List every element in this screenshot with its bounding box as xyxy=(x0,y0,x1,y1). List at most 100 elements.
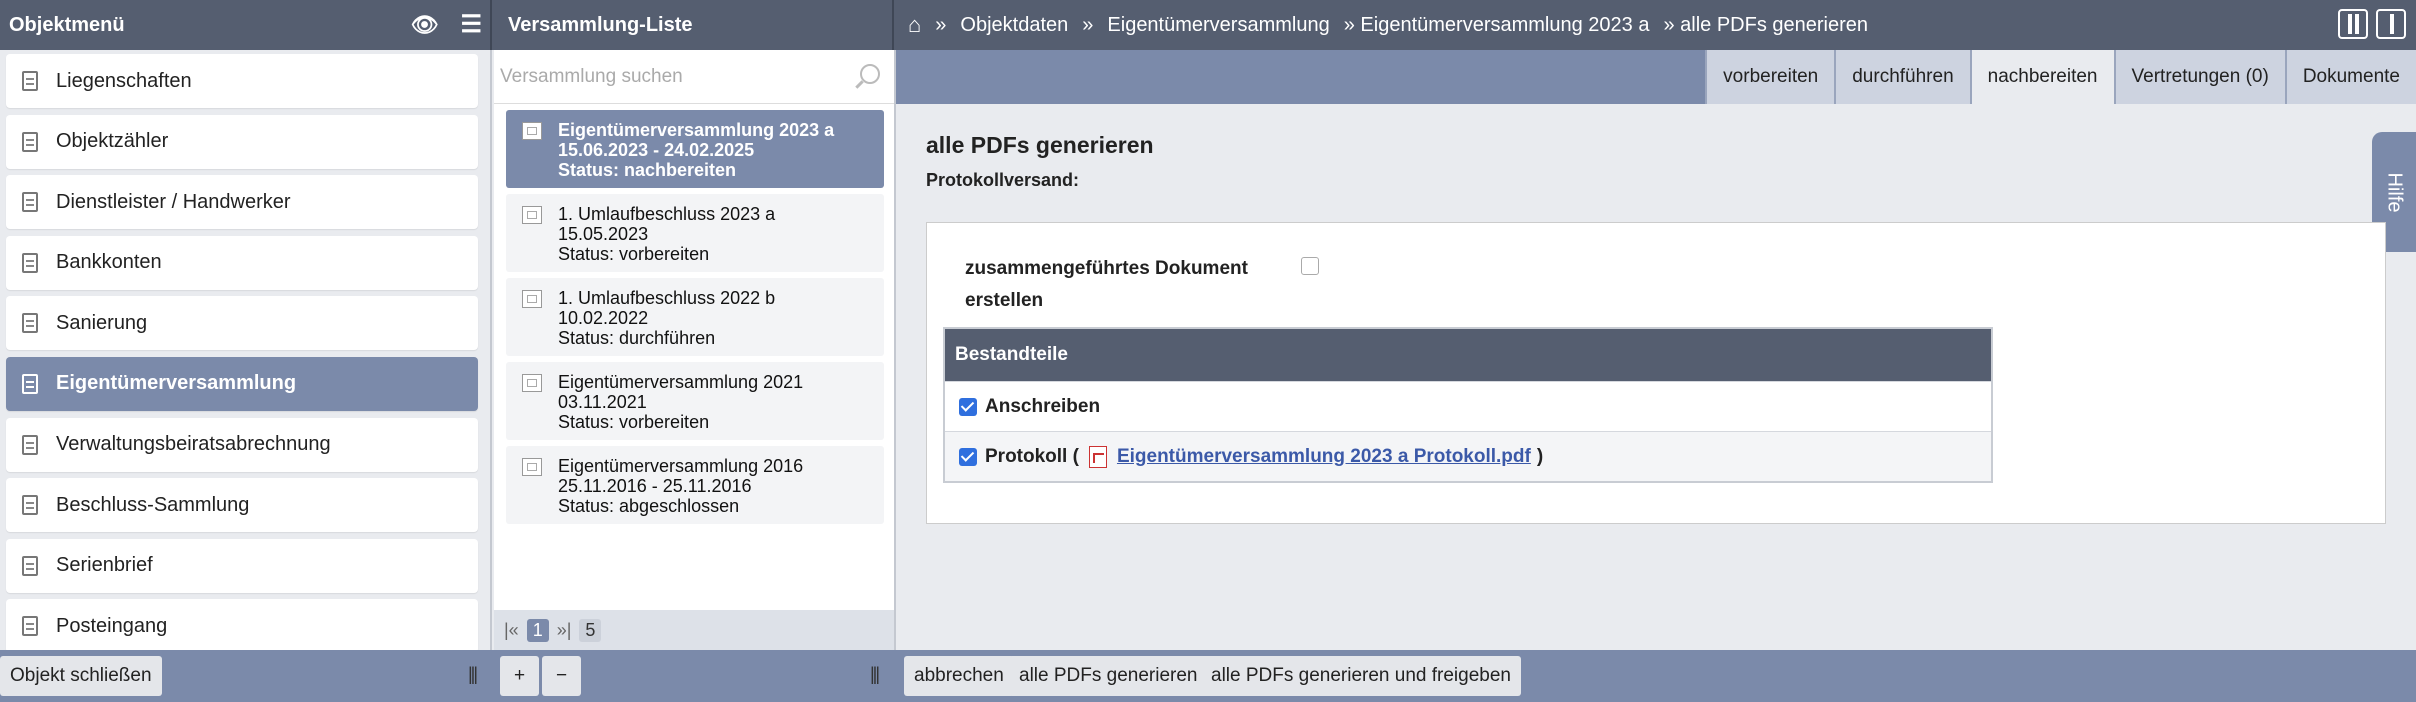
help-label: Hilfe xyxy=(2383,171,2406,213)
document-icon xyxy=(22,313,38,334)
sidebar-item-verwaltungsbeirat[interactable]: Verwaltungsbeiratsabrechnung xyxy=(6,417,478,472)
document-icon xyxy=(22,616,38,637)
pager-total: 5 xyxy=(579,618,602,642)
tab-nachbereiten[interactable]: nachbereiten xyxy=(1969,50,2114,104)
visibility-toggle-icon[interactable]: 👁 xyxy=(411,12,439,38)
object-menu-header: Objektmenü 👁 ☰ xyxy=(0,0,492,50)
document-icon xyxy=(22,434,38,455)
tab-vorbereiten[interactable]: vorbereiten xyxy=(1705,50,1835,104)
merged-document-label: zusammengeführtes Dokument erstellen xyxy=(965,258,1248,311)
meeting-icon xyxy=(522,374,542,392)
pager-current-page[interactable]: 1 xyxy=(526,618,549,642)
document-icon xyxy=(22,192,38,213)
protokoll-checkbox[interactable] xyxy=(959,447,977,466)
anschreiben-label: Anschreiben xyxy=(985,395,1101,417)
sidebar-item-label: Bankkonten xyxy=(56,251,162,274)
search-icon[interactable] xyxy=(860,64,880,84)
meeting-icon xyxy=(522,122,542,140)
list-item-date: 15.05.2023 xyxy=(558,224,649,244)
list-item-date: 25.11.2016 - 25.11.2016 xyxy=(558,476,752,496)
merged-document-checkbox[interactable] xyxy=(1301,257,1319,275)
sidebar-item-label: Liegenschaften xyxy=(56,69,192,92)
add-button[interactable]: + xyxy=(500,656,540,696)
list-item[interactable]: Eigentümerversammlung 2023 a 15.06.2023 … xyxy=(506,110,884,188)
layout-split-icon[interactable] xyxy=(2376,9,2406,39)
sidebar-item-objektzaehler[interactable]: Objektzähler xyxy=(6,114,478,169)
table-row: Anschreiben xyxy=(945,381,1991,431)
cancel-button[interactable]: abbrechen xyxy=(904,656,1014,696)
sidebar-item-beschluss-sammlung[interactable]: Beschluss-Sammlung xyxy=(6,478,478,533)
list-item-date: 15.06.2023 - 24.02.2025 xyxy=(558,140,755,160)
resize-grip-icon[interactable]: ||| xyxy=(870,664,880,685)
search-input[interactable]: Versammlung suchen xyxy=(500,66,683,88)
sidebar-item-label: Serienbrief xyxy=(56,554,153,577)
home-icon[interactable]: ⌂ xyxy=(908,12,921,38)
tab-vertretungen[interactable]: Vertretungen (0) xyxy=(2113,50,2285,104)
pager-first[interactable]: |« xyxy=(504,620,519,641)
breadcrumb-sep: » xyxy=(1082,13,1094,36)
object-menu: Liegenschaften Objektzähler Dienstleiste… xyxy=(0,50,492,654)
list-item-date: 03.11.2021 xyxy=(558,392,647,412)
breadcrumb-eigentuemerversammlung[interactable]: Eigentümerversammlung xyxy=(1107,14,1329,37)
pager-next[interactable]: »| xyxy=(557,620,572,641)
menu-list-icon[interactable]: ☰ xyxy=(460,10,482,39)
anschreiben-checkbox[interactable] xyxy=(959,397,977,416)
list-item-title: Eigentümerversammlung 2016 xyxy=(558,456,804,476)
close-object-button[interactable]: Objekt schließen xyxy=(0,656,162,696)
section-title: Protokollversand: xyxy=(926,170,1080,190)
document-icon xyxy=(22,555,38,576)
breadcrumb-objektdaten[interactable]: Objektdaten xyxy=(960,14,1068,37)
main-content: alle PDFs generieren Protokollversand: H… xyxy=(896,104,2416,650)
list-item-status: Status: vorbereiten xyxy=(558,244,710,264)
breadcrumb-meeting[interactable]: » Eigentümerversammlung 2023 a xyxy=(1344,14,1650,37)
document-icon xyxy=(22,131,38,152)
document-icon xyxy=(22,252,38,273)
generate-and-release-button[interactable]: alle PDFs generieren und freigeben xyxy=(1201,656,1521,696)
sidebar-item-label: Sanierung xyxy=(56,311,148,334)
resize-grip-icon[interactable]: ||| xyxy=(468,664,478,685)
sidebar-item-eigentuemerversammlung[interactable]: Eigentümerversammlung xyxy=(6,356,478,411)
pager: |« 1 »| 5 xyxy=(494,610,894,650)
pdf-panel: zusammengeführtes Dokument erstellen Bes… xyxy=(926,222,2386,524)
pdf-icon xyxy=(1088,445,1107,468)
sidebar-item-bankkonten[interactable]: Bankkonten xyxy=(6,235,478,290)
tab-bar: vorbereiten durchführen nachbereiten Ver… xyxy=(896,50,2416,104)
page-title: alle PDFs generieren xyxy=(926,132,1154,158)
components-table: Bestandteile Anschreiben Protokoll ( Eig… xyxy=(943,327,1993,483)
list-item[interactable]: 1. Umlaufbeschluss 2023 a 15.05.2023 Sta… xyxy=(506,194,884,272)
list-item[interactable]: Eigentümerversammlung 2016 25.11.2016 - … xyxy=(506,446,884,524)
sidebar-item-label: Posteingang xyxy=(56,614,168,637)
sidebar-item-serienbrief[interactable]: Serienbrief xyxy=(6,538,478,593)
list-header: Versammlung-Liste xyxy=(494,0,894,50)
sidebar-item-liegenschaften[interactable]: Liegenschaften xyxy=(6,54,478,108)
sidebar-item-dienstleister[interactable]: Dienstleister / Handwerker xyxy=(6,175,478,230)
sidebar-item-label: Beschluss-Sammlung xyxy=(56,493,250,516)
protokoll-label: Protokoll ( xyxy=(985,445,1079,467)
tab-durchfuehren[interactable]: durchführen xyxy=(1834,50,1970,104)
list-item-status: Status: nachbereiten xyxy=(558,160,737,180)
list-item-title: Eigentümerversammlung 2023 a xyxy=(558,120,835,140)
protokoll-pdf-link[interactable]: Eigentümerversammlung 2023 a Protokoll.p… xyxy=(1117,446,1531,468)
breadcrumb-sep: » xyxy=(935,13,947,36)
sidebar-item-label: Eigentümerversammlung xyxy=(56,372,297,395)
sidebar-item-label: Verwaltungsbeiratsabrechnung xyxy=(56,433,331,456)
tab-dokumente[interactable]: Dokumente xyxy=(2284,50,2416,104)
breadcrumb-current: » alle PDFs generieren xyxy=(1663,13,1869,36)
list-item[interactable]: Eigentümerversammlung 2021 03.11.2021 St… xyxy=(506,362,884,440)
breadcrumb: ⌂ » Objektdaten » Eigentümerversammlung … xyxy=(908,0,1882,50)
object-menu-title: Objektmenü xyxy=(9,13,125,36)
list-item-status: Status: durchführen xyxy=(558,328,716,348)
remove-button[interactable]: − xyxy=(542,656,582,696)
bottom-toolbar: Objekt schließen ||| + − ||| abbrechen a… xyxy=(0,650,2416,702)
list-item-date: 10.02.2022 xyxy=(558,308,649,328)
sidebar-item-sanierung[interactable]: Sanierung xyxy=(6,296,478,351)
sidebar-item-posteingang[interactable]: Posteingang xyxy=(6,599,478,654)
document-icon xyxy=(22,71,38,91)
list-title: Versammlung-Liste xyxy=(508,13,693,36)
layout-two-columns-icon[interactable] xyxy=(2338,9,2368,39)
components-header: Bestandteile xyxy=(945,329,1991,381)
list-item[interactable]: 1. Umlaufbeschluss 2022 b 10.02.2022 Sta… xyxy=(506,278,884,356)
meeting-search[interactable]: Versammlung suchen xyxy=(494,50,894,104)
generate-pdfs-button[interactable]: alle PDFs generieren xyxy=(1009,656,1208,696)
document-icon xyxy=(22,495,38,516)
